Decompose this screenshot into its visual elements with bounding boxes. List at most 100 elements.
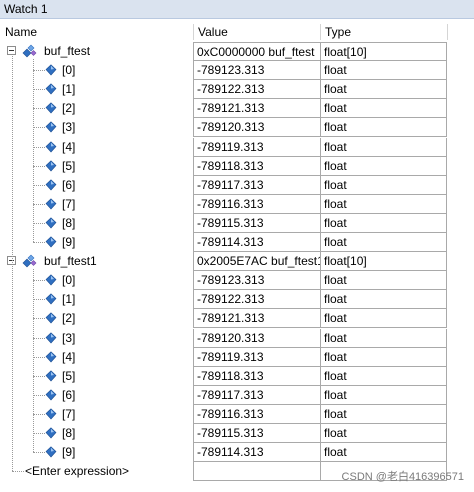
value-cell[interactable]: -789118.313: [193, 156, 320, 176]
type-cell[interactable]: float: [320, 213, 447, 233]
type-cell[interactable]: float: [320, 404, 447, 424]
value-cell[interactable]: -789114.313: [193, 233, 320, 252]
type-cell[interactable]: float: [320, 99, 447, 119]
column-header-type[interactable]: Type: [320, 22, 447, 42]
tree-row-item[interactable]: [5] -789118.313 float: [0, 156, 474, 176]
value-cell[interactable]: [193, 462, 320, 482]
element-index[interactable]: [9]: [62, 233, 75, 252]
type-cell[interactable]: float: [320, 271, 447, 291]
element-index[interactable]: [8]: [62, 214, 75, 233]
value-cell[interactable]: -789122.313: [193, 290, 320, 310]
value-cell[interactable]: -789117.313: [193, 175, 320, 195]
variable-name[interactable]: buf_ftest: [44, 42, 90, 61]
type-cell[interactable]: float: [320, 233, 447, 252]
type-cell[interactable]: float: [320, 385, 447, 405]
element-index[interactable]: [6]: [62, 386, 75, 405]
tree-row-item[interactable]: [5] -789118.313 float: [0, 366, 474, 386]
tree-row-item[interactable]: [4] -789119.313 float: [0, 137, 474, 157]
type-cell[interactable]: float: [320, 137, 447, 157]
element-index[interactable]: [7]: [62, 405, 75, 424]
value-cell[interactable]: -789121.313: [193, 99, 320, 119]
tree-connector: [33, 108, 45, 110]
element-index[interactable]: [1]: [62, 80, 75, 99]
type-cell[interactable]: float: [320, 443, 447, 463]
tree-row-item[interactable]: [9] -789114.313 float: [0, 443, 474, 463]
tree-row-item[interactable]: [3] -789120.313 float: [0, 328, 474, 348]
type-cell[interactable]: float: [320, 194, 447, 214]
tree-connector: [33, 375, 45, 377]
type-cell[interactable]: float[10]: [320, 42, 447, 61]
value-cell[interactable]: -789116.313: [193, 404, 320, 424]
tree-connector: [33, 269, 34, 453]
tree-row-item[interactable]: [9] -789114.313 float: [0, 233, 474, 252]
tree-row-item[interactable]: [0] -789123.313 float: [0, 61, 474, 81]
tree-row-group[interactable]: buf_ftest1 0x2005E7AC buf_ftest1 float[10]: [0, 252, 474, 272]
element-index[interactable]: [6]: [62, 176, 75, 195]
tree-row-item[interactable]: [7] -789116.313 float: [0, 194, 474, 214]
value-cell[interactable]: -789120.313: [193, 328, 320, 348]
value-cell[interactable]: -789118.313: [193, 366, 320, 386]
tree-row-item[interactable]: [1] -789122.313 float: [0, 290, 474, 310]
element-index[interactable]: [3]: [62, 118, 75, 137]
value-cell[interactable]: -789122.313: [193, 80, 320, 100]
element-index[interactable]: [1]: [62, 290, 75, 309]
element-index[interactable]: [2]: [62, 99, 75, 118]
element-index[interactable]: [8]: [62, 424, 75, 443]
type-cell[interactable]: float: [320, 366, 447, 386]
type-cell[interactable]: float: [320, 328, 447, 348]
tree-row-item[interactable]: [8] -789115.313 float: [0, 213, 474, 233]
variable-name[interactable]: buf_ftest1: [44, 252, 97, 271]
element-index[interactable]: [0]: [62, 271, 75, 290]
variable-diamond-icon: [45, 217, 57, 229]
column-header-value[interactable]: Value: [193, 22, 320, 42]
element-index[interactable]: [4]: [62, 348, 75, 367]
tree-row-item[interactable]: [6] -789117.313 float: [0, 385, 474, 405]
type-cell[interactable]: float: [320, 309, 447, 329]
type-cell[interactable]: float: [320, 156, 447, 176]
value-cell[interactable]: -789117.313: [193, 385, 320, 405]
enter-expression-field[interactable]: <Enter expression>: [25, 462, 129, 481]
element-index[interactable]: [4]: [62, 138, 75, 157]
value-cell[interactable]: -789115.313: [193, 213, 320, 233]
column-header-name[interactable]: Name: [0, 22, 193, 42]
value-cell[interactable]: -789121.313: [193, 309, 320, 329]
type-cell[interactable]: float: [320, 347, 447, 367]
collapse-toggle-icon[interactable]: [7, 46, 16, 55]
tree-row-item[interactable]: [2] -789121.313 float: [0, 309, 474, 329]
type-cell[interactable]: float: [320, 424, 447, 443]
value-cell[interactable]: 0xC0000000 buf_ftest: [193, 42, 320, 61]
tree-row-item[interactable]: [7] -789116.313 float: [0, 404, 474, 424]
value-cell[interactable]: -789119.313: [193, 347, 320, 367]
value-cell[interactable]: -789119.313: [193, 137, 320, 157]
tree-row-item[interactable]: [3] -789120.313 float: [0, 118, 474, 138]
value-cell[interactable]: 0x2005E7AC buf_ftest1: [193, 252, 320, 272]
type-cell[interactable]: float: [320, 175, 447, 195]
element-index[interactable]: [9]: [62, 443, 75, 462]
value-cell[interactable]: -789114.313: [193, 443, 320, 463]
type-cell[interactable]: float: [320, 80, 447, 100]
type-cell[interactable]: float: [320, 290, 447, 310]
value-cell[interactable]: -789116.313: [193, 194, 320, 214]
tree-row-item[interactable]: [0] -789123.313 float: [0, 271, 474, 291]
type-cell[interactable]: float: [320, 61, 447, 81]
tree-row-group[interactable]: buf_ftest 0xC0000000 buf_ftest float[10]: [0, 42, 474, 61]
type-cell[interactable]: float[10]: [320, 252, 447, 272]
tree-row-item[interactable]: [2] -789121.313 float: [0, 99, 474, 119]
value-cell[interactable]: -789120.313: [193, 118, 320, 138]
type-cell[interactable]: float: [320, 118, 447, 138]
tree-row-item[interactable]: [8] -789115.313 float: [0, 424, 474, 443]
element-index[interactable]: [3]: [62, 329, 75, 348]
element-index[interactable]: [5]: [62, 157, 75, 176]
tree-row-item[interactable]: [4] -789119.313 float: [0, 347, 474, 367]
tree-row-item[interactable]: [6] -789117.313 float: [0, 175, 474, 195]
value-cell[interactable]: -789115.313: [193, 424, 320, 443]
element-index[interactable]: [7]: [62, 195, 75, 214]
element-index[interactable]: [2]: [62, 309, 75, 328]
element-index[interactable]: [5]: [62, 367, 75, 386]
value-cell[interactable]: -789123.313: [193, 271, 320, 291]
variable-diamond-icon: [45, 198, 57, 210]
tree-row-item[interactable]: [1] -789122.313 float: [0, 80, 474, 100]
column-divider[interactable]: [447, 24, 448, 40]
element-index[interactable]: [0]: [62, 61, 75, 80]
value-cell[interactable]: -789123.313: [193, 61, 320, 81]
